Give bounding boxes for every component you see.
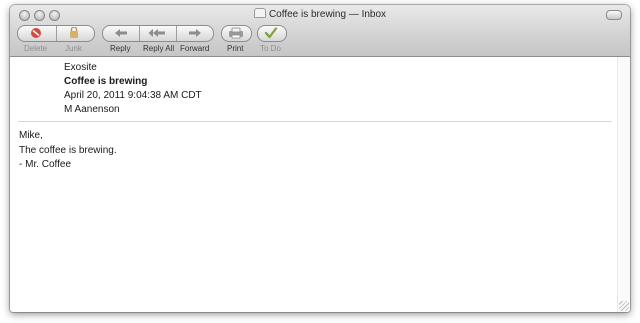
print-button-label[interactable]: Print	[227, 44, 243, 53]
window-title-bar: Coffee is brewing — Inbox	[10, 8, 630, 20]
forward-button-label[interactable]: Forward	[180, 44, 209, 53]
junk-button-label[interactable]: Junk	[65, 44, 82, 53]
print-icon[interactable]	[225, 27, 247, 39]
todo-button-label[interactable]: To Do	[260, 44, 281, 53]
todo-check-icon[interactable]	[260, 27, 282, 39]
message-body[interactable]: Mike, The coffee is brewing. - Mr. Coffe…	[19, 129, 117, 173]
reply-button-label[interactable]: Reply	[110, 44, 130, 53]
window-title: Coffee is brewing — Inbox	[268, 9, 387, 20]
date-value: April 20, 2011 9:04:38 AM CDT	[64, 90, 202, 101]
junk-icon[interactable]	[63, 26, 85, 39]
to-value[interactable]: M Aanenson	[64, 104, 120, 115]
toolbar: Coffee is brewing — Inbox Delete Junk Re	[10, 5, 630, 57]
resize-grip[interactable]	[619, 301, 629, 311]
document-icon	[253, 8, 266, 18]
body-line: The coffee is brewing.	[19, 144, 117, 156]
delete-icon[interactable]	[25, 27, 47, 39]
body-line: - Mr. Coffee	[19, 159, 72, 170]
reply-all-button-label[interactable]: Reply All	[143, 44, 174, 53]
reply-all-icon[interactable]	[146, 27, 168, 39]
body-line: Mike,	[19, 130, 43, 141]
toolbar-toggle-button[interactable]	[606, 10, 622, 20]
mail-window: Coffee is brewing — Inbox Delete Junk Re	[10, 5, 630, 312]
reply-icon[interactable]	[110, 27, 132, 39]
vertical-scrollbar[interactable]	[617, 57, 630, 312]
forward-icon[interactable]	[184, 27, 206, 39]
delete-button-label[interactable]: Delete	[24, 44, 47, 53]
header-divider	[18, 121, 612, 122]
subject-value: Coffee is brewing	[64, 76, 148, 87]
from-value[interactable]: Exosite	[64, 62, 97, 73]
